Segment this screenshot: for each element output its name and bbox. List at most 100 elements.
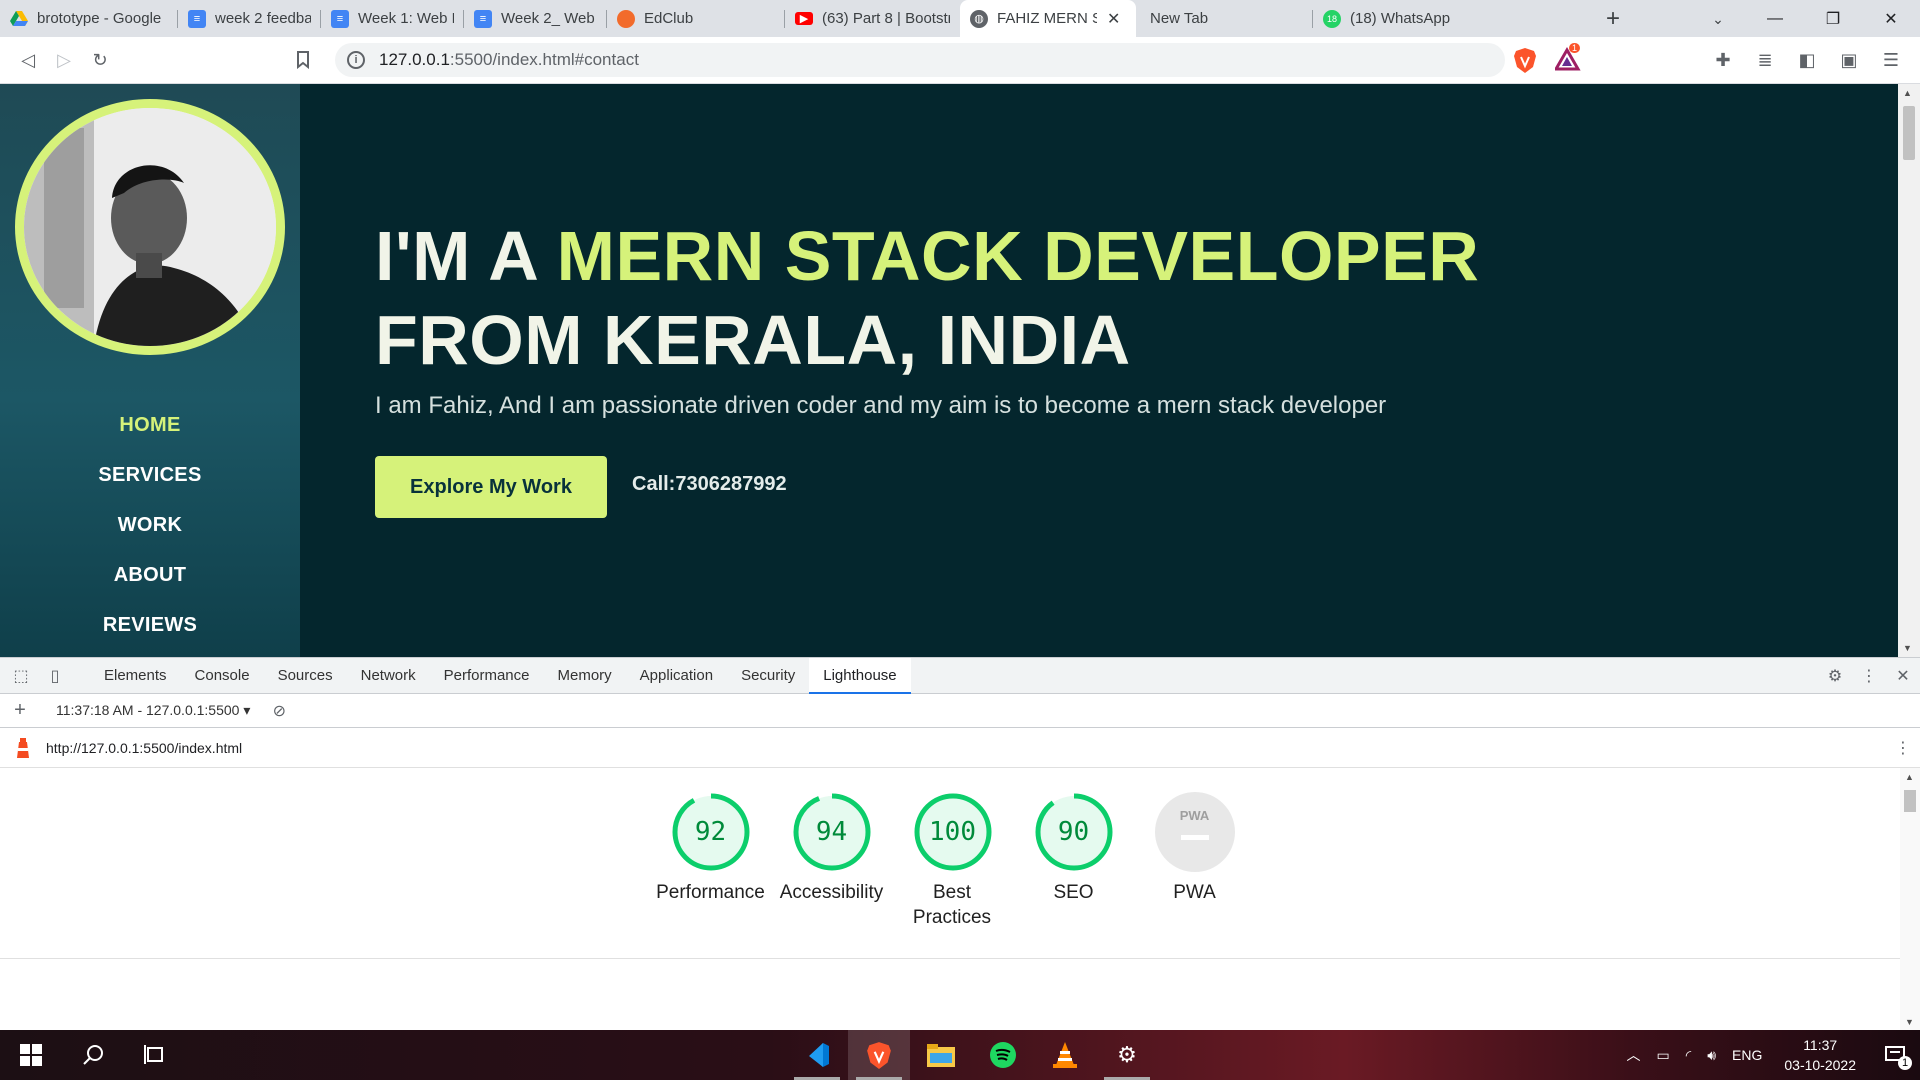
scroll-up-icon[interactable]: ▲: [1903, 88, 1912, 98]
devtools-scrollbar[interactable]: ▲ ▼: [1900, 768, 1920, 1031]
gauge-score: 90: [1057, 817, 1090, 847]
wallet-icon[interactable]: ▣: [1828, 42, 1870, 78]
device-toolbar-icon[interactable]: ▯: [38, 658, 72, 694]
scroll-down-icon[interactable]: ▼: [1903, 643, 1912, 653]
new-report-icon[interactable]: +: [0, 693, 40, 729]
devtools-tab-performance[interactable]: Performance: [430, 658, 544, 694]
rewards-badge: 1: [1569, 43, 1581, 53]
gauge-label: SEO: [1053, 882, 1094, 903]
devtools-tab-console[interactable]: Console: [181, 658, 264, 694]
brave-shields-icon[interactable]: [1513, 47, 1537, 73]
browser-tab[interactable]: ▶ (63) Part 8 | Bootstr: [785, 0, 960, 37]
report-menu-icon[interactable]: ⋮: [1886, 730, 1920, 766]
menu-icon[interactable]: ☰: [1870, 42, 1912, 78]
page-scroll-thumb[interactable]: [1903, 106, 1915, 160]
nav-about[interactable]: ABOUT: [0, 550, 300, 600]
volume-icon[interactable]: 🔊︎: [1707, 1047, 1716, 1064]
settings-icon[interactable]: ⚙: [1096, 1030, 1158, 1080]
nav-work[interactable]: WORK: [0, 500, 300, 550]
close-window-icon[interactable]: ✕: [1862, 0, 1920, 37]
vscode-icon[interactable]: [786, 1030, 848, 1080]
gauge-performance[interactable]: 92 Performance: [650, 792, 771, 930]
clear-reports-icon[interactable]: ⊘: [262, 693, 296, 729]
address-bar[interactable]: i 127.0.0.1:5500/index.html#contact: [335, 43, 1505, 77]
scroll-up-icon[interactable]: ▲: [1905, 772, 1914, 782]
forward-icon[interactable]: ▷: [46, 42, 82, 78]
bookmark-icon[interactable]: [285, 42, 321, 78]
battery-icon[interactable]: ▭: [1657, 1047, 1670, 1064]
devtools-more-icon[interactable]: ⋮: [1852, 658, 1886, 694]
report-select[interactable]: 11:37:18 AM - 127.0.0.1:5500 ▾: [56, 702, 256, 719]
brave-browser-icon[interactable]: [848, 1030, 910, 1080]
nav-reviews[interactable]: REVIEWS: [0, 600, 300, 650]
wifi-icon[interactable]: ◜: [1686, 1047, 1691, 1064]
task-view-icon[interactable]: [124, 1030, 186, 1080]
restore-icon[interactable]: ❐: [1804, 0, 1862, 37]
browser-tab-active[interactable]: ◍ FAHIZ MERN ST ✕: [960, 0, 1136, 37]
explore-work-button[interactable]: Explore My Work: [375, 456, 607, 518]
tab-title: Week 2_ Web Desig: [501, 10, 597, 27]
tab-title: (18) WhatsApp: [1350, 10, 1451, 27]
call-link[interactable]: Call:7306287992: [632, 473, 787, 496]
browser-tab[interactable]: 18 (18) WhatsApp: [1313, 0, 1483, 37]
vlc-icon[interactable]: [1034, 1030, 1096, 1080]
devtools-tab-network[interactable]: Network: [347, 658, 430, 694]
gauge-score: 100: [929, 817, 976, 847]
devtools-tab-application[interactable]: Application: [626, 658, 727, 694]
browser-tab[interactable]: EdClub: [607, 0, 785, 37]
browser-tab[interactable]: ≡ Week 1: Web Desig: [321, 0, 464, 37]
inspect-element-icon[interactable]: ⬚: [4, 658, 38, 694]
tab-title: (63) Part 8 | Bootstr: [822, 10, 950, 27]
whatsapp-icon: 18: [1323, 9, 1341, 28]
notification-center-icon[interactable]: 1: [1870, 1046, 1920, 1070]
clock[interactable]: 11:37 03-10-2022: [1784, 1035, 1856, 1075]
gauge-pwa[interactable]: PWA PWA: [1134, 792, 1255, 930]
brave-rewards-icon[interactable]: 1: [1553, 43, 1581, 73]
search-icon[interactable]: [62, 1030, 124, 1080]
devtools-close-icon[interactable]: ✕: [1886, 658, 1920, 694]
devtools-tab-memory[interactable]: Memory: [544, 658, 626, 694]
file-explorer-icon[interactable]: [910, 1030, 972, 1080]
windows-start-icon[interactable]: [0, 1030, 62, 1080]
scroll-down-icon[interactable]: ▼: [1905, 1017, 1914, 1027]
page-scrollbar[interactable]: ▲ ▼: [1898, 84, 1920, 657]
media-queue-icon[interactable]: ≣: [1744, 42, 1786, 78]
language-indicator[interactable]: ENG: [1732, 1047, 1762, 1063]
reload-icon[interactable]: ↻: [82, 42, 118, 78]
site-info-icon[interactable]: i: [347, 51, 365, 69]
devtools-tab-sources[interactable]: Sources: [264, 658, 347, 694]
gauge-seo[interactable]: 90 SEO: [1013, 792, 1134, 930]
tray-expand-icon[interactable]: ︿: [1627, 1045, 1641, 1065]
extensions-icon[interactable]: ✚: [1702, 42, 1744, 78]
new-tab-button[interactable]: +: [1600, 5, 1626, 32]
tab-title: week 2 feedback - G: [215, 10, 311, 27]
gauge-label: Performance: [656, 882, 765, 903]
lighthouse-toolbar: + 11:37:18 AM - 127.0.0.1:5500 ▾ ⊘: [0, 694, 1920, 728]
sidebar-toggle-icon[interactable]: ◧: [1786, 42, 1828, 78]
close-tab-icon[interactable]: ✕: [1107, 9, 1120, 29]
devtools-scroll-thumb[interactable]: [1904, 790, 1916, 812]
gauge-best-practices[interactable]: 100 Best Practices: [892, 792, 1013, 930]
devtools-tab-elements[interactable]: Elements: [90, 658, 181, 694]
devtools-tab-lighthouse[interactable]: Lighthouse: [809, 657, 911, 694]
browser-tab[interactable]: ≡ week 2 feedback - G: [178, 0, 321, 37]
devtools-settings-icon[interactable]: ⚙: [1818, 658, 1852, 694]
windows-taskbar: ⚙ ︿ ▭ ◜ 🔊︎ ENG 11:37 03-10-2022 1: [0, 1030, 1920, 1080]
browser-tab[interactable]: brototype - Google: [0, 0, 178, 37]
nav-services[interactable]: SERVICES: [0, 450, 300, 500]
tab-title: FAHIZ MERN ST: [997, 10, 1097, 27]
report-url[interactable]: http://127.0.0.1:5500/index.html: [46, 740, 242, 756]
browser-tab[interactable]: ≡ Week 2_ Web Desig: [464, 0, 607, 37]
gauge-score: 92: [694, 817, 727, 847]
nav-home[interactable]: HOME: [0, 400, 300, 450]
devtools-tab-security[interactable]: Security: [727, 658, 809, 694]
google-docs-icon: ≡: [331, 9, 349, 28]
tab-search-icon[interactable]: ⌄: [1705, 6, 1731, 32]
browser-tab[interactable]: New Tab: [1136, 0, 1313, 37]
google-docs-icon: ≡: [474, 9, 492, 28]
back-icon[interactable]: ◁: [10, 42, 46, 78]
spotify-icon[interactable]: [972, 1030, 1034, 1080]
google-docs-icon: ≡: [188, 9, 206, 28]
minimize-icon[interactable]: —: [1746, 0, 1804, 37]
gauge-accessibility[interactable]: 94 Accessibility: [771, 792, 892, 930]
